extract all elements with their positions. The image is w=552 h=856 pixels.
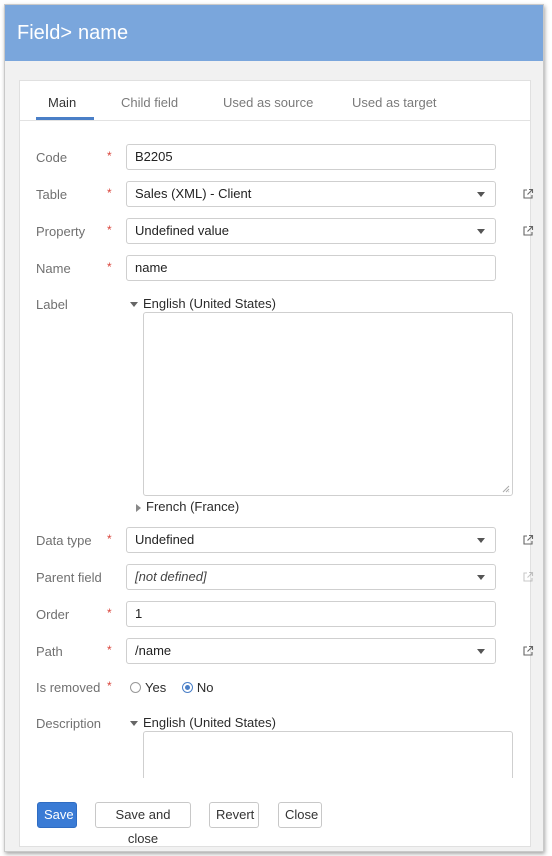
external-link-icon [523, 571, 534, 582]
title-entity: Field [17, 22, 61, 44]
tab-used-as-source[interactable]: Used as source [223, 95, 313, 110]
tab-used-as-target[interactable]: Used as target [352, 95, 437, 110]
window-title: Field> name [5, 5, 543, 61]
tab-child-field[interactable]: Child field [121, 95, 178, 110]
form-panel: Main Child field Used as source Used as … [19, 80, 534, 847]
data-type-required-mark: * [107, 532, 112, 546]
radio-checked-icon [181, 682, 193, 693]
resize-grip-icon[interactable] [502, 485, 510, 493]
collapsed-triangle-icon [136, 503, 141, 512]
save-button[interactable]: Save [37, 802, 77, 828]
radio-unchecked-icon [130, 682, 141, 693]
code-required-mark: * [107, 149, 112, 163]
table-select[interactable]: Sales (XML) - Client [126, 181, 496, 207]
label-lang-french[interactable]: French (France) [136, 499, 239, 514]
footer-toolbar: Save Save and close Revert Close [20, 778, 530, 846]
table-required-mark: * [107, 186, 112, 200]
tab-bar: Main Child field Used as source Used as … [20, 81, 530, 121]
property-select-value: Undefined value [135, 223, 229, 238]
chevron-down-icon [477, 649, 485, 654]
property-select[interactable]: Undefined value [126, 218, 496, 244]
table-label: Table [36, 187, 68, 202]
active-tab-indicator [36, 117, 94, 120]
name-label: Name [36, 261, 71, 276]
order-label: Order [36, 607, 70, 622]
external-link-icon[interactable] [522, 225, 534, 237]
external-link-icon[interactable] [522, 188, 534, 200]
parent-field-select[interactable]: [not defined] [126, 564, 496, 590]
is-removed-radio-group: Yes No [130, 680, 225, 696]
order-input[interactable]: 1 [126, 601, 496, 627]
external-link-icon[interactable] [522, 645, 534, 657]
label-lang-english[interactable]: English (United States) [130, 296, 276, 311]
close-button[interactable]: Close [278, 802, 322, 828]
property-required-mark: * [107, 223, 112, 237]
revert-button[interactable]: Revert [209, 802, 259, 828]
external-link-icon[interactable] [522, 534, 534, 546]
title-name: name [78, 22, 129, 44]
path-label: Path [36, 644, 63, 659]
parent-field-select-value: [not defined] [135, 569, 207, 584]
field-editor-window: Field> name Main Child field Used as sour… [4, 4, 544, 852]
path-select[interactable]: /name [126, 638, 496, 664]
path-required-mark: * [107, 643, 112, 657]
data-type-select-value: Undefined [135, 532, 195, 547]
label-textarea[interactable] [143, 312, 513, 496]
label-lang-english-text: English (United States) [143, 296, 276, 311]
description-lang-english-text: English (United States) [143, 715, 276, 730]
path-select-value: /name [135, 643, 172, 658]
chevron-down-icon [477, 192, 485, 197]
name-input[interactable]: name [126, 255, 496, 281]
property-label: Property [36, 224, 86, 239]
code-input[interactable]: B2205 [126, 144, 496, 170]
expanded-triangle-icon [130, 721, 138, 727]
is-removed-yes-radio[interactable]: Yes [130, 680, 166, 695]
chevron-down-icon [477, 538, 485, 543]
description-label: Description [36, 716, 102, 731]
order-required-mark: * [107, 606, 112, 620]
is-removed-yes-label: Yes [145, 680, 167, 695]
label-lang-french-text: French (France) [146, 499, 240, 514]
chevron-down-icon [477, 575, 485, 580]
label-label: Label [36, 297, 68, 312]
data-type-label: Data type [36, 533, 92, 548]
is-removed-required-mark: * [107, 679, 112, 693]
is-removed-no-radio[interactable]: No [181, 680, 214, 695]
data-type-select[interactable]: Undefined [126, 527, 496, 553]
table-select-value: Sales (XML) - Client [135, 186, 252, 201]
tab-main[interactable]: Main [48, 95, 76, 110]
is-removed-no-label: No [196, 680, 214, 695]
code-label: Code [36, 150, 68, 165]
name-required-mark: * [107, 260, 112, 274]
expanded-triangle-icon [130, 302, 138, 308]
save-and-close-button[interactable]: Save and close [95, 802, 191, 846]
title-separator: > [60, 22, 73, 44]
description-lang-english[interactable]: English (United States) [130, 715, 276, 730]
parent-field-label: Parent field [36, 570, 102, 585]
is-removed-label: Is removed [36, 680, 101, 695]
chevron-down-icon [477, 229, 485, 234]
